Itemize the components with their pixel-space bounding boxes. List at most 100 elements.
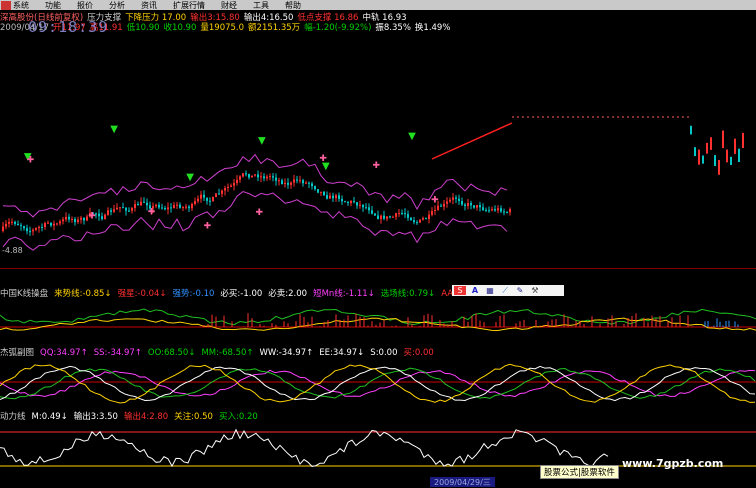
candle-body: [71, 219, 73, 221]
candle-body: [239, 176, 241, 180]
ad-banner[interactable]: 股票公式|股票软件: [540, 465, 619, 479]
candle-body: [215, 193, 217, 198]
candle-body: [392, 216, 394, 218]
candle-body: [738, 148, 740, 163]
candle-body: [65, 216, 67, 220]
candle-body: [742, 132, 744, 148]
candle-body: [694, 147, 696, 157]
candle-body: [401, 212, 403, 214]
candle-body: [365, 207, 367, 209]
candle-body: [251, 175, 253, 178]
candle-body: [726, 149, 728, 163]
candle-body: [341, 198, 343, 202]
candle-body: [77, 219, 79, 223]
menu-item-8[interactable]: 帮助: [285, 0, 301, 11]
menu-item-4[interactable]: 资讯: [141, 0, 157, 11]
candle-body: [434, 209, 436, 211]
price-field-2: 下降压力 17.00: [125, 13, 187, 21]
toolbar-grid-icon[interactable]: ▦: [484, 286, 496, 295]
menu-item-7[interactable]: 工具: [253, 0, 269, 11]
candle-body: [722, 130, 724, 149]
candle-body: [125, 207, 127, 211]
candle-body: [68, 216, 70, 220]
app-logo-icon: [1, 0, 11, 10]
toolbar-a-icon[interactable]: A: [469, 286, 481, 295]
candle-body: [44, 223, 46, 228]
toolbar-wrench-icon[interactable]: ⚒: [529, 286, 541, 295]
candle-body: [473, 205, 475, 208]
sell-marker-icon: ✚: [256, 208, 264, 218]
sell-marker-icon: ✚: [148, 208, 156, 218]
candle-body: [140, 201, 142, 206]
candle-body: [170, 207, 172, 209]
candle-body: [191, 204, 193, 209]
candle-body: [179, 204, 181, 208]
menu-item-2[interactable]: 报价: [77, 0, 93, 11]
candle-body: [332, 195, 334, 199]
candle-body: [706, 142, 708, 154]
candle-body: [446, 201, 448, 204]
candle-body: [296, 179, 298, 181]
candle-body: [344, 201, 346, 203]
toolbar-line-icon[interactable]: ⟋: [499, 286, 511, 295]
candle-body: [59, 221, 61, 224]
menu-item-3[interactable]: 分析: [109, 0, 125, 11]
candle-body: [143, 201, 145, 203]
buy-arrow-icon: ▼: [186, 172, 194, 183]
candle-body: [452, 197, 454, 200]
momentum-line: [0, 428, 609, 468]
candle-body: [26, 228, 28, 232]
candle-body: [275, 177, 277, 181]
candle-body: [257, 174, 259, 178]
candle-body: [80, 217, 82, 220]
ohlc-field-8: 振8.35%: [375, 23, 411, 31]
pane-divider: [0, 268, 756, 269]
candle-body: [395, 213, 397, 217]
candle-body: [182, 206, 184, 208]
menu-item-1[interactable]: 功能: [45, 0, 61, 11]
candle-body: [317, 189, 319, 193]
menu-item-0[interactable]: 系统: [13, 0, 29, 11]
candle-body: [161, 207, 163, 209]
candle-body: [425, 218, 427, 220]
sell-marker-icon: ✚: [204, 221, 212, 231]
candle-body: [206, 197, 208, 201]
menu-item-6[interactable]: 财经: [221, 0, 237, 11]
candle-body: [128, 210, 130, 212]
candle-body: [104, 214, 106, 220]
candle-body: [347, 202, 349, 204]
candlestick-chart[interactable]: ▼▼▼▼▼▼✚✚ ✚✚✚✚✚✚: [0, 31, 756, 267]
candle-body: [383, 215, 385, 219]
toolbar-pen-icon[interactable]: ✎: [514, 286, 526, 295]
candle-body: [368, 207, 370, 211]
candle-body: [281, 180, 283, 185]
indicator1-chart[interactable]: [0, 297, 756, 343]
cursor-date-label: 2009/04/29/三: [430, 477, 495, 487]
candle-body: [335, 195, 337, 199]
candle-body: [20, 225, 22, 227]
candle-body: [690, 125, 692, 135]
candle-body: [371, 210, 373, 214]
candle-body: [485, 209, 487, 211]
candle-body: [98, 213, 100, 217]
indicator3-header: 动力线 M:0.49↓ 输出3:3.50 输出4:2.80 关注:0.50 买入:0.20: [0, 410, 264, 422]
candle-body: [173, 205, 175, 209]
buy-arrow-icon: ▼: [408, 131, 416, 142]
site-watermark: www.7gpzb.com: [622, 457, 724, 470]
candle-body: [359, 204, 361, 206]
ohlc-field-7: 幅-1.20(-9.92%): [304, 23, 372, 31]
candle-body: [146, 202, 148, 206]
toolbar-s-icon[interactable]: S: [454, 286, 466, 295]
candle-body: [263, 176, 265, 179]
candle-body: [194, 201, 196, 205]
candle-body: [488, 210, 490, 212]
sell-marker-icon: ✚: [431, 195, 439, 205]
candle-body: [353, 201, 355, 203]
indicator2-chart[interactable]: [0, 356, 756, 408]
menu-item-5[interactable]: 扩展行情: [173, 0, 205, 11]
candle-body: [122, 207, 124, 209]
candle-body: [113, 209, 115, 212]
candle-body: [308, 182, 310, 184]
candle-body: [284, 182, 286, 185]
candle-body: [323, 191, 325, 196]
